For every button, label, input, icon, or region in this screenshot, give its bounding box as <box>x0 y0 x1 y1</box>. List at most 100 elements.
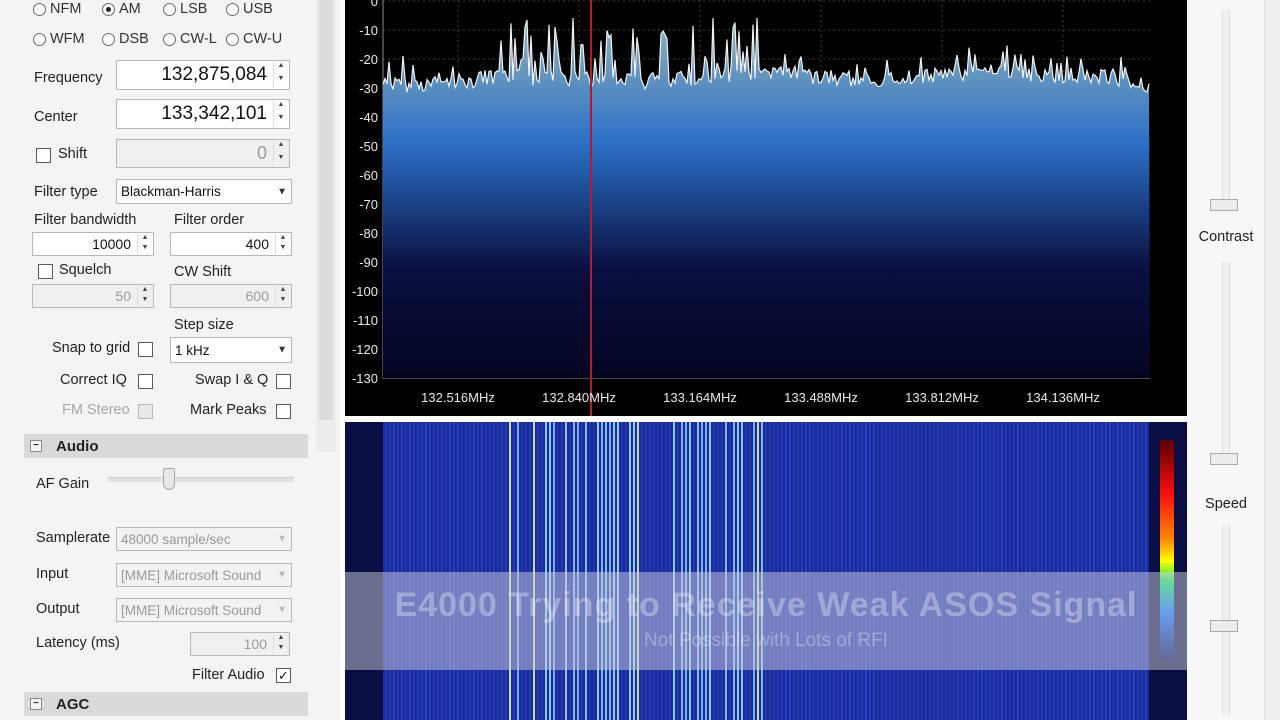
contrast-slider-thumb[interactable] <box>1210 199 1238 211</box>
output-label: Output <box>36 601 80 617</box>
spectrum-analyzer[interactable]: 0 -10 -20 -30 -40 -50 -60 -70 -80 -90 -100 -110 -120… <box>345 0 1187 416</box>
waterfall-signal-streak <box>1041 422 1043 720</box>
af-gain-slider-thumb[interactable] <box>163 468 176 490</box>
right-scrollbar[interactable] <box>1264 0 1280 720</box>
contrast-slider-track[interactable] <box>1222 10 1230 200</box>
waterfall-signal-streak <box>953 422 955 720</box>
spin-arrows-icon[interactable]: ▲ ▼ <box>137 286 152 306</box>
output-device-select[interactable]: [MME] Microsoft Sound ▼ <box>116 598 292 622</box>
center-input[interactable]: 133,342,101 ▲ ▼ <box>116 99 290 129</box>
waterfall-signal-streak <box>1141 422 1143 720</box>
waterfall-signal-streak <box>857 422 859 720</box>
contrast-slider-end-thumb[interactable] <box>1210 453 1238 465</box>
spin-arrows-icon[interactable]: ▲ ▼ <box>275 286 290 306</box>
mode-cwl-radio[interactable]: CW-L <box>163 31 217 47</box>
mode-wfm-radio[interactable]: WFM <box>33 31 85 47</box>
shift-checkbox[interactable] <box>36 148 51 163</box>
mode-dsb-radio[interactable]: DSB <box>102 31 149 47</box>
squelch-input[interactable]: 50 ▲ ▼ <box>32 284 154 308</box>
waterfall-signal-streak <box>973 422 975 720</box>
waterfall-signal-streak <box>1001 422 1003 720</box>
mode-lsb-radio[interactable]: LSB <box>163 1 207 17</box>
filter-bandwidth-input[interactable]: 10000 ▲ ▼ <box>32 232 154 256</box>
waterfall-signal-streak <box>793 422 795 720</box>
af-gain-slider[interactable] <box>108 477 294 482</box>
mode-am-radio[interactable]: AM <box>102 1 141 17</box>
waterfall-signal-streak <box>513 422 515 720</box>
fm-stereo-checkbox[interactable] <box>138 404 153 419</box>
spectrum-plot[interactable]: 0 -10 -20 -30 -40 -50 -60 -70 -80 -90 -100 -110 -120… <box>345 0 1187 416</box>
cw-shift-input[interactable]: 600 ▲ ▼ <box>170 284 292 308</box>
filter-audio-checkbox[interactable]: ✓ <box>276 668 291 683</box>
speed-slider-thumb[interactable] <box>1210 620 1238 632</box>
waterfall-signal-streak <box>1129 422 1131 720</box>
waterfall-signal-streak <box>553 422 555 720</box>
waterfall-signal-streak <box>565 422 567 720</box>
waterfall-signal-streak <box>605 422 607 720</box>
correct-iq-checkbox[interactable] <box>138 374 153 389</box>
audio-section-header[interactable]: − Audio <box>24 434 308 458</box>
spin-arrows-icon[interactable]: ▲ ▼ <box>137 234 152 254</box>
squelch-checkbox[interactable] <box>38 264 53 279</box>
spin-arrows-icon[interactable]: ▲ ▼ <box>275 234 290 254</box>
panel-scrollbar[interactable] <box>316 0 336 452</box>
waterfall-signal-streak <box>461 422 463 720</box>
mark-peaks-checkbox[interactable] <box>276 404 291 419</box>
frequency-input[interactable]: 132,875,084 ▲ ▼ <box>116 60 290 90</box>
waterfall-signal-streak <box>937 422 939 720</box>
waterfall-signal-streak <box>501 422 503 720</box>
waterfall-signal-streak <box>737 422 739 720</box>
db-tick-label: -20 <box>359 52 378 67</box>
waterfall-signal-streak <box>717 422 719 720</box>
spin-arrows-icon[interactable]: ▲ ▼ <box>273 141 288 166</box>
waterfall-signal-streak <box>741 422 743 720</box>
agc-section-header[interactable]: − AGC <box>24 692 308 716</box>
waterfall-signal-streak <box>405 422 407 720</box>
waterfall-signal-streak <box>833 422 835 720</box>
waterfall-signal-streak <box>789 422 791 720</box>
scrollbar-thumb[interactable] <box>319 0 333 420</box>
swap-iq-checkbox[interactable] <box>276 374 291 389</box>
minus-icon[interactable]: − <box>30 698 42 710</box>
mode-nfm-radio[interactable]: NFM <box>33 1 81 17</box>
minus-icon[interactable]: − <box>30 440 42 452</box>
radio-dot-selected-icon <box>102 2 115 16</box>
waterfall-display[interactable] <box>345 422 1187 720</box>
shift-label: Shift <box>58 146 88 162</box>
snap-to-grid-checkbox[interactable] <box>138 342 153 357</box>
spin-arrows-icon[interactable]: ▲ ▼ <box>273 101 288 127</box>
waterfall-signal-streak <box>545 422 547 720</box>
contrast-label: Contrast <box>1198 229 1254 245</box>
mode-cwu-radio[interactable]: CW-U <box>226 31 282 47</box>
waterfall-signal-streak <box>441 422 443 720</box>
step-size-select[interactable]: 1 kHz ▼ <box>170 337 292 363</box>
waterfall-signal-streak <box>385 422 387 720</box>
waterfall-signal-streak <box>837 422 839 720</box>
shift-input[interactable]: 0 ▲ ▼ <box>116 139 290 168</box>
waterfall-signal-streak <box>485 422 487 720</box>
latency-input[interactable]: 100 ▲ ▼ <box>190 632 290 656</box>
spin-arrows-icon[interactable]: ▲ ▼ <box>273 634 288 654</box>
waterfall-signal-streak <box>905 422 907 720</box>
waterfall-signal-streak <box>413 422 415 720</box>
mode-usb-radio[interactable]: USB <box>226 1 273 17</box>
samplerate-select[interactable]: 48000 sample/sec ▼ <box>116 527 292 551</box>
db-tick-label: -100 <box>352 284 378 299</box>
input-device-select[interactable]: [MME] Microsoft Sound ▼ <box>116 563 292 587</box>
waterfall-signal-streak <box>645 422 647 720</box>
freq-tick-label: 133.164MHz <box>663 390 737 405</box>
spin-arrows-icon[interactable]: ▲ ▼ <box>273 62 288 88</box>
db-tick-label: -50 <box>359 139 378 154</box>
chevron-down-icon: ▼ <box>277 186 287 197</box>
waterfall-signal-streak <box>649 422 651 720</box>
filter-type-select[interactable]: Blackman-Harris ▼ <box>116 179 292 204</box>
waterfall-signal-streak <box>473 422 475 720</box>
waterfall-signal-streak <box>641 422 643 720</box>
center-label: Center <box>34 109 78 125</box>
spectrum-fill <box>383 18 1150 378</box>
waterfall-plot[interactable] <box>345 422 1187 720</box>
waterfall-signal-streak <box>573 422 575 720</box>
waterfall-signal-streak <box>873 422 875 720</box>
filter-order-input[interactable]: 400 ▲ ▼ <box>170 232 292 256</box>
waterfall-signal-streak <box>965 422 967 720</box>
